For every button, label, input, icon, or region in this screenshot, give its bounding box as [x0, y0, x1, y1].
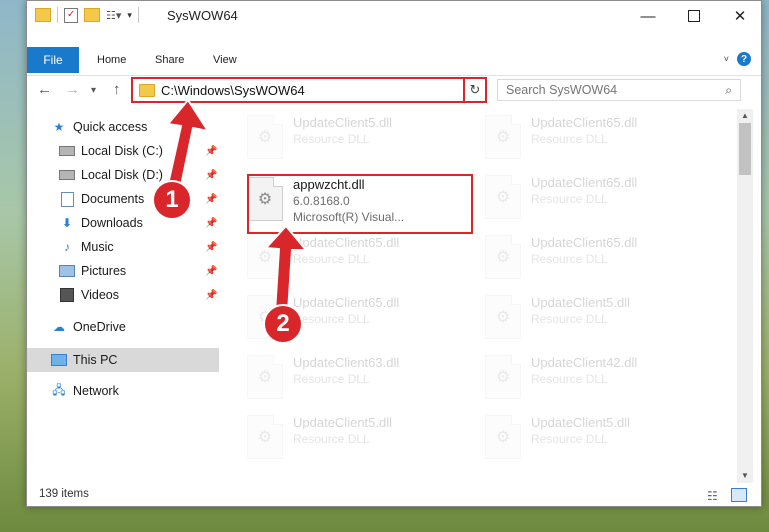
arrow-2-shape	[263, 224, 309, 313]
annotation-arrow-1	[163, 98, 309, 313]
step-1-badge: 1	[152, 180, 192, 220]
step-2-badge: 2	[263, 304, 303, 344]
